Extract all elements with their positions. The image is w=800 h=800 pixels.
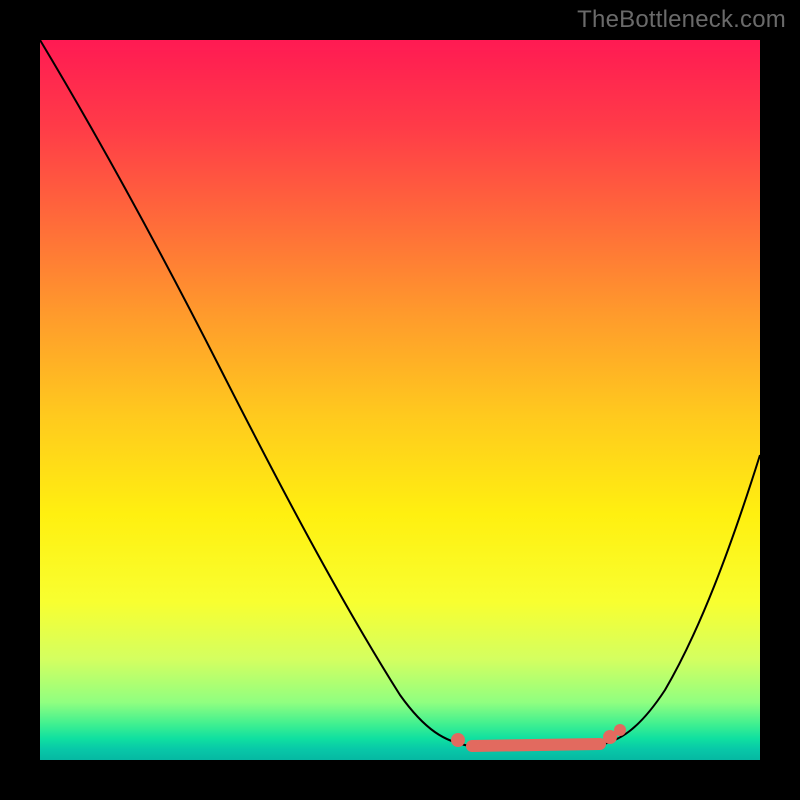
plot-svg — [40, 40, 760, 760]
optimal-range-segment — [472, 744, 600, 746]
watermark-text: TheBottleneck.com — [577, 6, 786, 34]
optimal-range-start-dot — [451, 733, 465, 747]
plot-area — [40, 40, 760, 760]
optimal-range-end-dot-2 — [614, 724, 626, 736]
bottleneck-curve — [40, 40, 760, 750]
chart-stage: TheBottleneck.com — [0, 0, 800, 800]
